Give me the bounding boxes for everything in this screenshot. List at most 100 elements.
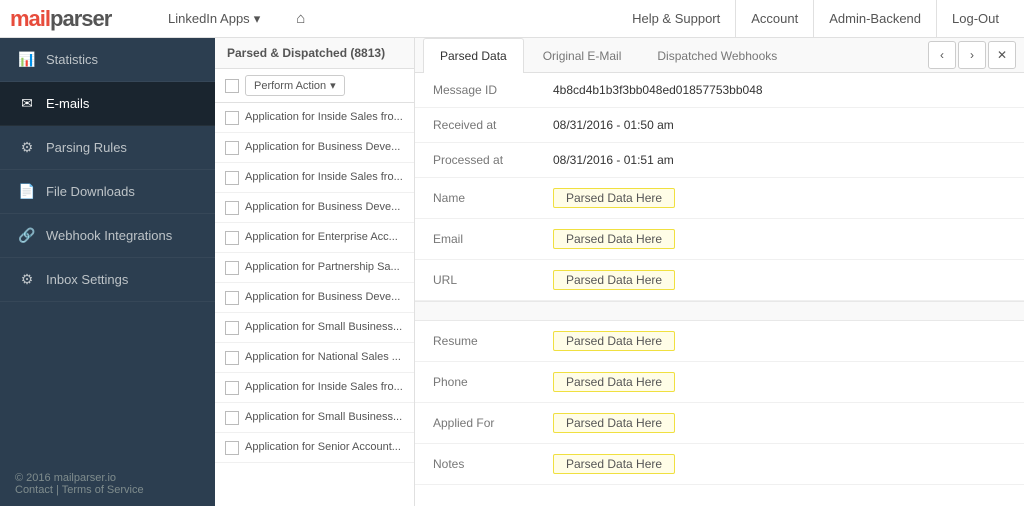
list-item[interactable]: Application for Business Deve... (215, 283, 414, 313)
sidebar: 📊 Statistics ✉ E-mails ⚙ Parsing Rules 📄… (0, 38, 215, 506)
help-support-link[interactable]: Help & Support (617, 0, 735, 38)
file-downloads-icon: 📄 (18, 183, 36, 200)
list-item[interactable]: Application for Enterprise Acc... (215, 223, 414, 253)
email-checkbox[interactable] (225, 171, 239, 185)
sidebar-item-inbox-settings[interactable]: ⚙ Inbox Settings (0, 258, 215, 302)
list-item[interactable]: Application for Senior Account... (215, 433, 414, 463)
email-checkbox[interactable] (225, 291, 239, 305)
tab-parsed-data-label: Parsed Data (440, 49, 507, 63)
prev-email-button[interactable]: ‹ (928, 41, 956, 69)
account-label: Account (751, 11, 798, 26)
sidebar-item-webhook-integrations[interactable]: 🔗 Webhook Integrations (0, 214, 215, 258)
admin-backend-label: Admin-Backend (829, 11, 921, 26)
list-item[interactable]: Application for Inside Sales fro... (215, 163, 414, 193)
table-row: URLParsed Data Here (415, 260, 1024, 301)
close-detail-button[interactable]: ✕ (988, 41, 1016, 69)
select-all-checkbox[interactable] (225, 79, 239, 93)
field-value: 4b8cd4b1b3f3bb048ed01857753bb048 (535, 73, 1024, 108)
next-email-button[interactable]: › (958, 41, 986, 69)
list-item[interactable]: Application for Inside Sales fro... (215, 373, 414, 403)
list-item[interactable]: Application for Business Deve... (215, 193, 414, 223)
parsed-data-badge: Parsed Data Here (553, 413, 675, 433)
logo: mailparser (10, 6, 140, 32)
email-checkbox[interactable] (225, 111, 239, 125)
field-key: Processed at (415, 143, 535, 178)
home-button[interactable]: ⌂ (288, 6, 313, 31)
footer-contact-link[interactable]: Contact (15, 484, 53, 496)
sidebar-item-file-downloads-label: File Downloads (46, 184, 135, 199)
linkedin-apps-dropdown[interactable]: LinkedIn Apps ▾ (160, 7, 268, 31)
email-item-text: Application for Inside Sales fro... (245, 380, 403, 394)
sidebar-footer: © 2016 mailparser.io Contact | Terms of … (0, 462, 215, 506)
admin-backend-link[interactable]: Admin-Backend (813, 0, 936, 38)
sidebar-item-webhook-integrations-label: Webhook Integrations (46, 228, 172, 243)
email-item-text: Application for National Sales ... (245, 350, 401, 364)
tab-parsed-data[interactable]: Parsed Data (423, 38, 524, 73)
tab-original-email[interactable]: Original E-Mail (526, 38, 639, 73)
field-value: Parsed Data Here (535, 321, 1024, 362)
email-item-text: Application for Partnership Sa... (245, 260, 400, 274)
sidebar-item-file-downloads[interactable]: 📄 File Downloads (0, 170, 215, 214)
field-value: Parsed Data Here (535, 444, 1024, 485)
help-support-label: Help & Support (632, 11, 720, 26)
dropdown-icon: ▾ (254, 11, 261, 27)
list-item[interactable]: Application for Partnership Sa... (215, 253, 414, 283)
table-row: PhoneParsed Data Here (415, 362, 1024, 403)
email-checkbox[interactable] (225, 201, 239, 215)
inbox-settings-icon: ⚙ (18, 271, 36, 288)
list-item[interactable]: Application for Inside Sales fro... (215, 103, 414, 133)
parsed-data-badge: Parsed Data Here (553, 331, 675, 351)
email-checkbox[interactable] (225, 381, 239, 395)
field-key: URL (415, 260, 535, 301)
perform-action-button[interactable]: Perform Action ▾ (245, 75, 345, 96)
field-value: 08/31/2016 - 01:51 am (535, 143, 1024, 178)
email-checkbox[interactable] (225, 141, 239, 155)
account-link[interactable]: Account (735, 0, 813, 38)
email-checkbox[interactable] (225, 351, 239, 365)
parsed-data-badge: Parsed Data Here (553, 454, 675, 474)
perform-action-dropdown-icon: ▾ (330, 79, 336, 92)
sidebar-item-emails-label: E-mails (46, 96, 89, 111)
email-item-text: Application for Business Deve... (245, 200, 400, 214)
email-item-text: Application for Senior Account... (245, 440, 401, 454)
detail-separator (415, 301, 1024, 321)
table-row: Message ID4b8cd4b1b3f3bb048ed01857753bb0… (415, 73, 1024, 108)
sidebar-item-emails[interactable]: ✉ E-mails (0, 82, 215, 126)
sidebar-item-statistics[interactable]: 📊 Statistics (0, 38, 215, 82)
footer-terms-link[interactable]: Terms of Service (62, 484, 144, 496)
table-row: Received at08/31/2016 - 01:50 am (415, 108, 1024, 143)
list-item[interactable]: Application for National Sales ... (215, 343, 414, 373)
list-item[interactable]: Application for Small Business... (215, 403, 414, 433)
table-row: NotesParsed Data Here (415, 444, 1024, 485)
top-nav-center: LinkedIn Apps ▾ ⌂ (160, 6, 617, 31)
field-value: Parsed Data Here (535, 219, 1024, 260)
linkedin-apps-label: LinkedIn Apps (168, 11, 250, 26)
sidebar-item-parsing-rules[interactable]: ⚙ Parsing Rules (0, 126, 215, 170)
email-checkbox[interactable] (225, 261, 239, 275)
tab-original-email-label: Original E-Mail (543, 49, 622, 63)
list-item[interactable]: Application for Small Business... (215, 313, 414, 343)
email-item-text: Application for Small Business... (245, 320, 402, 334)
email-item-text: Application for Business Deve... (245, 140, 400, 154)
field-value: Parsed Data Here (535, 403, 1024, 444)
top-nav-right: Help & Support Account Admin-Backend Log… (617, 0, 1014, 38)
table-row: Applied ForParsed Data Here (415, 403, 1024, 444)
email-checkbox[interactable] (225, 321, 239, 335)
sidebar-item-parsing-rules-label: Parsing Rules (46, 140, 127, 155)
logout-link[interactable]: Log-Out (936, 0, 1014, 38)
webhook-integrations-icon: 🔗 (18, 227, 36, 244)
email-item-text: Application for Inside Sales fro... (245, 170, 403, 184)
list-item[interactable]: Application for Business Deve... (215, 133, 414, 163)
table-row: Processed at08/31/2016 - 01:51 am (415, 143, 1024, 178)
emails-icon: ✉ (18, 95, 36, 112)
detail-tabs: Parsed Data Original E-Mail Dispatched W… (415, 38, 1024, 73)
email-checkbox[interactable] (225, 231, 239, 245)
table-row: EmailParsed Data Here (415, 219, 1024, 260)
parsed-data-badge: Parsed Data Here (553, 229, 675, 249)
email-checkbox[interactable] (225, 441, 239, 455)
tab-dispatched-webhooks[interactable]: Dispatched Webhooks (640, 38, 794, 73)
prev-icon: ‹ (940, 48, 944, 62)
email-checkbox[interactable] (225, 411, 239, 425)
top-nav: mailparser LinkedIn Apps ▾ ⌂ Help & Supp… (0, 0, 1024, 38)
statistics-icon: 📊 (18, 51, 36, 68)
